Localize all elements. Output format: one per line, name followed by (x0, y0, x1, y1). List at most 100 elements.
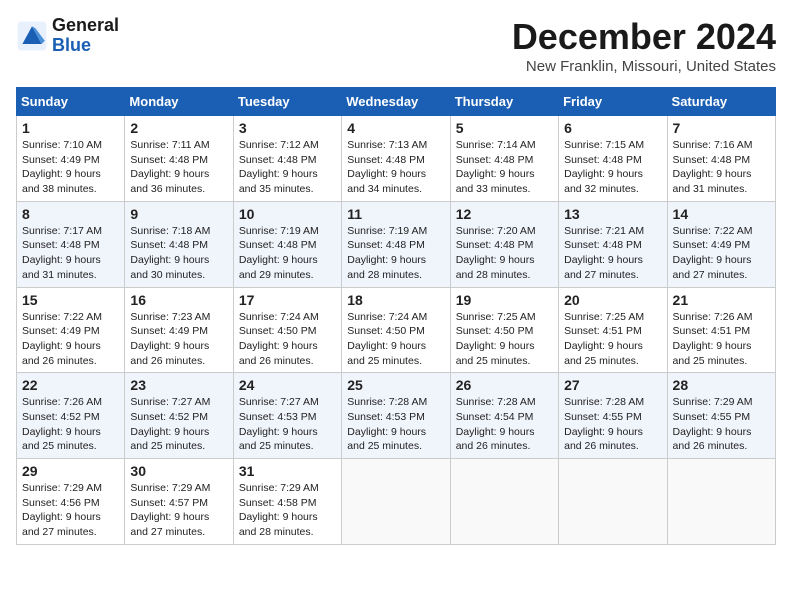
calendar-week-row: 22 Sunrise: 7:26 AMSunset: 4:52 PMDaylig… (17, 373, 776, 459)
day-info: Sunrise: 7:29 AMSunset: 4:57 PMDaylight:… (130, 482, 210, 538)
day-info: Sunrise: 7:23 AMSunset: 4:49 PMDaylight:… (130, 311, 210, 367)
calendar-cell: 21 Sunrise: 7:26 AMSunset: 4:51 PMDaylig… (667, 287, 775, 373)
header-day: Wednesday (342, 88, 450, 116)
day-number: 15 (22, 292, 119, 308)
day-info: Sunrise: 7:12 AMSunset: 4:48 PMDaylight:… (239, 139, 319, 195)
header-day: Tuesday (233, 88, 341, 116)
day-number: 8 (22, 206, 119, 222)
day-number: 30 (130, 463, 227, 479)
day-number: 11 (347, 206, 444, 222)
calendar-week-row: 8 Sunrise: 7:17 AMSunset: 4:48 PMDayligh… (17, 201, 776, 287)
day-number: 17 (239, 292, 336, 308)
calendar-table: SundayMondayTuesdayWednesdayThursdayFrid… (16, 87, 776, 545)
header-day: Saturday (667, 88, 775, 116)
day-info: Sunrise: 7:15 AMSunset: 4:48 PMDaylight:… (564, 139, 644, 195)
calendar-cell: 3 Sunrise: 7:12 AMSunset: 4:48 PMDayligh… (233, 116, 341, 202)
day-number: 18 (347, 292, 444, 308)
calendar-cell: 12 Sunrise: 7:20 AMSunset: 4:48 PMDaylig… (450, 201, 558, 287)
logo-icon (16, 20, 48, 52)
calendar-cell: 4 Sunrise: 7:13 AMSunset: 4:48 PMDayligh… (342, 116, 450, 202)
calendar-cell: 23 Sunrise: 7:27 AMSunset: 4:52 PMDaylig… (125, 373, 233, 459)
day-number: 3 (239, 120, 336, 136)
page-header: General Blue December 2024 New Franklin,… (16, 16, 776, 75)
day-info: Sunrise: 7:18 AMSunset: 4:48 PMDaylight:… (130, 225, 210, 281)
day-number: 6 (564, 120, 661, 136)
day-info: Sunrise: 7:26 AMSunset: 4:52 PMDaylight:… (22, 396, 102, 452)
calendar-cell: 9 Sunrise: 7:18 AMSunset: 4:48 PMDayligh… (125, 201, 233, 287)
calendar-cell: 18 Sunrise: 7:24 AMSunset: 4:50 PMDaylig… (342, 287, 450, 373)
day-number: 7 (673, 120, 770, 136)
day-info: Sunrise: 7:16 AMSunset: 4:48 PMDaylight:… (673, 139, 753, 195)
calendar-cell: 25 Sunrise: 7:28 AMSunset: 4:53 PMDaylig… (342, 373, 450, 459)
calendar-cell: 28 Sunrise: 7:29 AMSunset: 4:55 PMDaylig… (667, 373, 775, 459)
day-info: Sunrise: 7:13 AMSunset: 4:48 PMDaylight:… (347, 139, 427, 195)
day-info: Sunrise: 7:26 AMSunset: 4:51 PMDaylight:… (673, 311, 753, 367)
day-info: Sunrise: 7:22 AMSunset: 4:49 PMDaylight:… (673, 225, 753, 281)
calendar-week-row: 29 Sunrise: 7:29 AMSunset: 4:56 PMDaylig… (17, 459, 776, 545)
calendar-cell: 27 Sunrise: 7:28 AMSunset: 4:55 PMDaylig… (559, 373, 667, 459)
day-info: Sunrise: 7:10 AMSunset: 4:49 PMDaylight:… (22, 139, 102, 195)
calendar-cell: 30 Sunrise: 7:29 AMSunset: 4:57 PMDaylig… (125, 459, 233, 545)
day-number: 26 (456, 377, 553, 393)
header-day: Friday (559, 88, 667, 116)
calendar-cell: 15 Sunrise: 7:22 AMSunset: 4:49 PMDaylig… (17, 287, 125, 373)
calendar-cell: 5 Sunrise: 7:14 AMSunset: 4:48 PMDayligh… (450, 116, 558, 202)
calendar-cell: 16 Sunrise: 7:23 AMSunset: 4:49 PMDaylig… (125, 287, 233, 373)
day-info: Sunrise: 7:19 AMSunset: 4:48 PMDaylight:… (347, 225, 427, 281)
logo-line1: General (52, 15, 119, 35)
day-number: 1 (22, 120, 119, 136)
day-number: 28 (673, 377, 770, 393)
day-number: 13 (564, 206, 661, 222)
calendar-cell: 8 Sunrise: 7:17 AMSunset: 4:48 PMDayligh… (17, 201, 125, 287)
calendar-cell: 1 Sunrise: 7:10 AMSunset: 4:49 PMDayligh… (17, 116, 125, 202)
header-day: Sunday (17, 88, 125, 116)
day-number: 22 (22, 377, 119, 393)
day-number: 19 (456, 292, 553, 308)
calendar-cell: 20 Sunrise: 7:25 AMSunset: 4:51 PMDaylig… (559, 287, 667, 373)
header-day: Monday (125, 88, 233, 116)
calendar-body: 1 Sunrise: 7:10 AMSunset: 4:49 PMDayligh… (17, 116, 776, 545)
calendar-cell: 14 Sunrise: 7:22 AMSunset: 4:49 PMDaylig… (667, 201, 775, 287)
day-info: Sunrise: 7:27 AMSunset: 4:52 PMDaylight:… (130, 396, 210, 452)
day-number: 9 (130, 206, 227, 222)
calendar-cell: 17 Sunrise: 7:24 AMSunset: 4:50 PMDaylig… (233, 287, 341, 373)
day-info: Sunrise: 7:29 AMSunset: 4:58 PMDaylight:… (239, 482, 319, 538)
calendar-cell (559, 459, 667, 545)
day-number: 24 (239, 377, 336, 393)
day-number: 21 (673, 292, 770, 308)
day-number: 20 (564, 292, 661, 308)
day-info: Sunrise: 7:29 AMSunset: 4:55 PMDaylight:… (673, 396, 753, 452)
logo: General Blue (16, 16, 119, 56)
day-info: Sunrise: 7:28 AMSunset: 4:55 PMDaylight:… (564, 396, 644, 452)
day-info: Sunrise: 7:25 AMSunset: 4:50 PMDaylight:… (456, 311, 536, 367)
location: New Franklin, Missouri, United States (512, 58, 776, 75)
calendar-cell: 26 Sunrise: 7:28 AMSunset: 4:54 PMDaylig… (450, 373, 558, 459)
day-info: Sunrise: 7:22 AMSunset: 4:49 PMDaylight:… (22, 311, 102, 367)
day-number: 16 (130, 292, 227, 308)
calendar-cell: 10 Sunrise: 7:19 AMSunset: 4:48 PMDaylig… (233, 201, 341, 287)
day-number: 29 (22, 463, 119, 479)
day-info: Sunrise: 7:11 AMSunset: 4:48 PMDaylight:… (130, 139, 209, 195)
day-info: Sunrise: 7:24 AMSunset: 4:50 PMDaylight:… (347, 311, 427, 367)
day-number: 23 (130, 377, 227, 393)
header-row: SundayMondayTuesdayWednesdayThursdayFrid… (17, 88, 776, 116)
calendar-cell (667, 459, 775, 545)
calendar-cell: 22 Sunrise: 7:26 AMSunset: 4:52 PMDaylig… (17, 373, 125, 459)
calendar-cell: 11 Sunrise: 7:19 AMSunset: 4:48 PMDaylig… (342, 201, 450, 287)
day-number: 31 (239, 463, 336, 479)
calendar-cell (450, 459, 558, 545)
day-number: 14 (673, 206, 770, 222)
day-number: 5 (456, 120, 553, 136)
calendar-cell: 24 Sunrise: 7:27 AMSunset: 4:53 PMDaylig… (233, 373, 341, 459)
day-info: Sunrise: 7:19 AMSunset: 4:48 PMDaylight:… (239, 225, 319, 281)
header-day: Thursday (450, 88, 558, 116)
logo-text: General Blue (52, 16, 119, 56)
day-info: Sunrise: 7:14 AMSunset: 4:48 PMDaylight:… (456, 139, 536, 195)
day-info: Sunrise: 7:21 AMSunset: 4:48 PMDaylight:… (564, 225, 644, 281)
day-info: Sunrise: 7:27 AMSunset: 4:53 PMDaylight:… (239, 396, 319, 452)
day-info: Sunrise: 7:17 AMSunset: 4:48 PMDaylight:… (22, 225, 102, 281)
day-info: Sunrise: 7:28 AMSunset: 4:54 PMDaylight:… (456, 396, 536, 452)
day-info: Sunrise: 7:20 AMSunset: 4:48 PMDaylight:… (456, 225, 536, 281)
day-info: Sunrise: 7:24 AMSunset: 4:50 PMDaylight:… (239, 311, 319, 367)
calendar-cell (342, 459, 450, 545)
